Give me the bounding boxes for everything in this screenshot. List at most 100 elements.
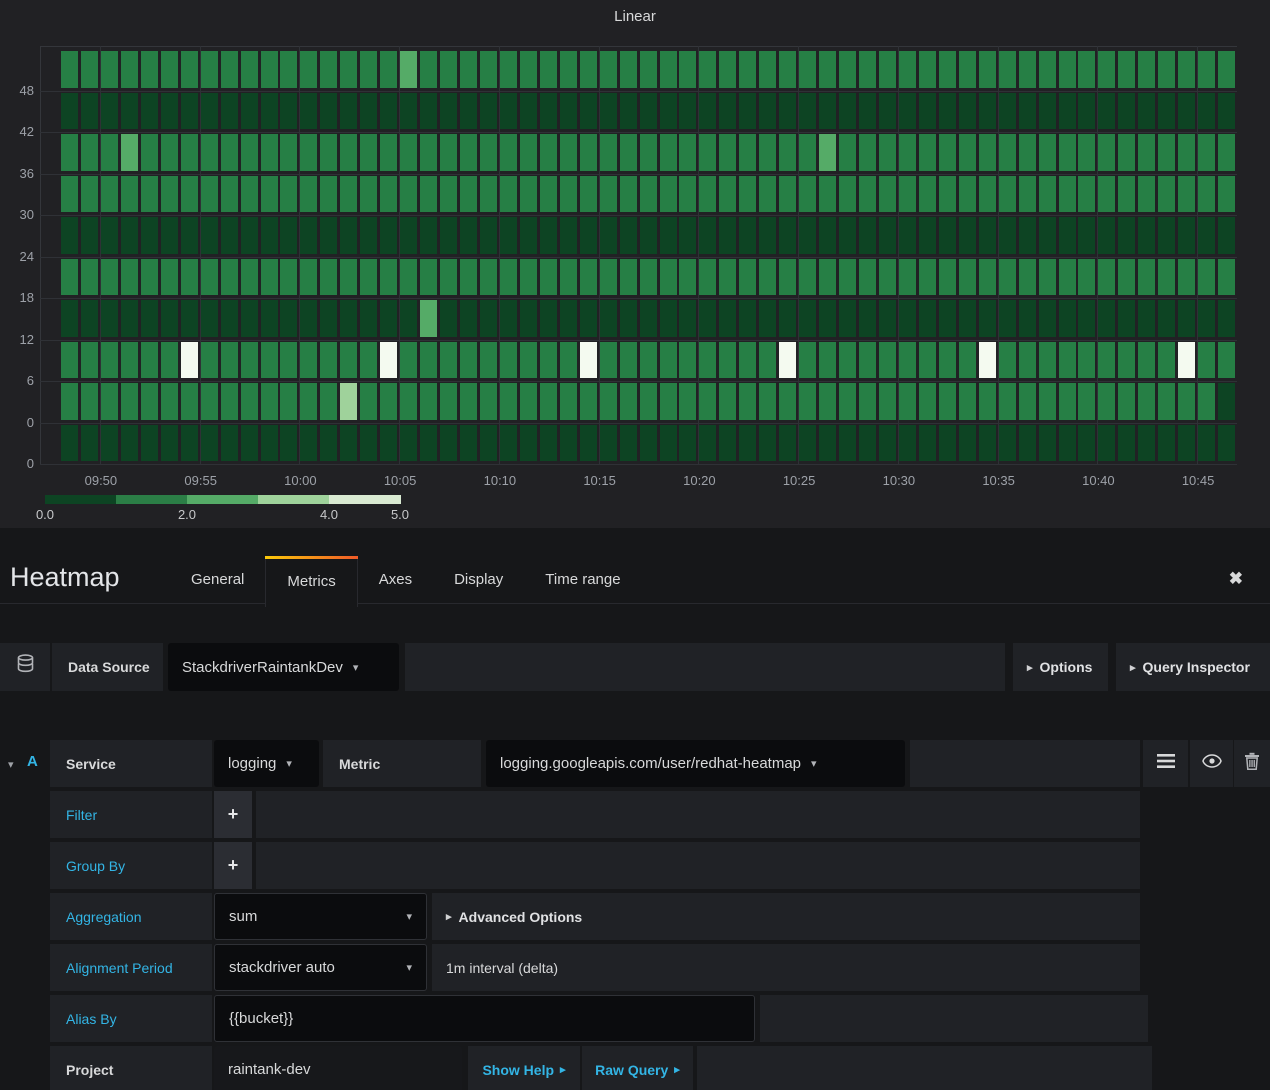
tab-display[interactable]: Display: [433, 556, 524, 603]
menu-icon: [1157, 754, 1175, 773]
heatmap-cell: [161, 383, 178, 420]
advanced-options-toggle[interactable]: ▸ Advanced Options: [432, 893, 1140, 940]
heatmap-cell: [141, 425, 158, 462]
heatmap-cell: [360, 300, 377, 337]
heatmap-cell: [520, 259, 537, 296]
query-menu-button[interactable]: [1143, 740, 1188, 787]
heatmap-cell: [1098, 259, 1115, 296]
heatmap-cell: [161, 134, 178, 171]
heatmap-cell: [959, 342, 976, 379]
alignment-period-select[interactable]: stackdriver auto ▾: [214, 944, 427, 991]
query-inspector-button[interactable]: ▸ Query Inspector: [1116, 643, 1270, 691]
query-collapse-caret[interactable]: ▾: [8, 758, 14, 771]
alias-by-label: Alias By: [50, 1011, 117, 1027]
heatmap-cell: [859, 425, 876, 462]
heatmap-cell: [580, 425, 597, 462]
options-button[interactable]: ▸ Options: [1013, 643, 1108, 691]
heatmap-cell: [839, 93, 856, 130]
heatmap-cell: [360, 259, 377, 296]
service-select[interactable]: logging ▾: [214, 740, 319, 787]
heatmap-cell: [500, 217, 517, 254]
heatmap-cell: [1078, 300, 1095, 337]
metric-select[interactable]: logging.googleapis.com/user/redhat-heatm…: [486, 740, 905, 787]
heatmap-cell: [380, 383, 397, 420]
query-delete-button[interactable]: [1234, 740, 1270, 787]
heatmap-cell: [340, 217, 357, 254]
heatmap-cell: [500, 51, 517, 88]
heatmap-cell: [1078, 217, 1095, 254]
heatmap-cell: [181, 425, 198, 462]
heatmap-cell: [101, 93, 118, 130]
heatmap-cell: [1019, 51, 1036, 88]
heatmap-cell: [759, 176, 776, 213]
add-group-by-button[interactable]: +: [214, 842, 252, 889]
heatmap-cell: [440, 259, 457, 296]
heatmap-cell: [400, 217, 417, 254]
datasource-select[interactable]: StackdriverRaintankDev ▾: [168, 643, 399, 691]
tab-time-range[interactable]: Time range: [524, 556, 641, 603]
heatmap-cell: [1078, 383, 1095, 420]
heatmap-cell: [779, 383, 796, 420]
heatmap-cell: [1078, 93, 1095, 130]
heatmap-cell: [300, 425, 317, 462]
heatmap-cell: [1019, 425, 1036, 462]
filter-label-cell: Filter: [50, 791, 212, 838]
aggregation-select[interactable]: sum ▾: [214, 893, 427, 940]
heatmap-cell: [899, 93, 916, 130]
heatmap-cell: [739, 51, 756, 88]
heatmap-cell: [400, 383, 417, 420]
gridline-horizontal: [40, 423, 1237, 424]
tab-general[interactable]: General: [170, 556, 265, 603]
heatmap-cell: [540, 176, 557, 213]
caret-down-icon: ▾: [406, 910, 412, 923]
heatmap-cell: [480, 217, 497, 254]
heatmap-cell: [600, 383, 617, 420]
heatmap-cell: [839, 342, 856, 379]
heatmap-cell: [919, 300, 936, 337]
heatmap-cell: [560, 300, 577, 337]
heatmap-cell: [1138, 383, 1155, 420]
tab-axes[interactable]: Axes: [358, 556, 433, 603]
heatmap-cell: [440, 217, 457, 254]
heatmap-cell: [1198, 176, 1215, 213]
heatmap-cell: [1158, 217, 1175, 254]
heatmap-cell: [819, 51, 836, 88]
close-icon[interactable]: ✖: [1229, 569, 1243, 589]
heatmap-cell: [959, 93, 976, 130]
database-icon: [16, 654, 35, 680]
heatmap-cell: [919, 425, 936, 462]
heatmap-cell: [81, 259, 98, 296]
heatmap-cell: [580, 51, 597, 88]
caret-right-icon: ▸: [674, 1063, 680, 1076]
heatmap-cell: [300, 300, 317, 337]
heatmap-cell: [839, 259, 856, 296]
heatmap-cell: [340, 51, 357, 88]
heatmap-cell: [480, 259, 497, 296]
show-help-button[interactable]: Show Help ▸: [468, 1046, 580, 1090]
x-axis-label: 10:05: [370, 473, 430, 488]
alias-by-label-cell: Alias By: [50, 995, 212, 1042]
heatmap-cell: [1178, 93, 1195, 130]
heatmap-cell: [261, 300, 278, 337]
heatmap-cell: [719, 383, 736, 420]
heatmap-cell: [660, 176, 677, 213]
heatmap-cell: [1138, 259, 1155, 296]
heatmap-cell: [600, 93, 617, 130]
heatmap-plot[interactable]: 4842363024181260009:5009:5510:0010:0510:…: [0, 0, 1270, 528]
heatmap-cell: [759, 217, 776, 254]
heatmap-cell: [420, 176, 437, 213]
query-toggle-visibility-button[interactable]: [1190, 740, 1233, 787]
heatmap-panel: Linear 4842363024181260009:5009:5510:001…: [0, 0, 1270, 528]
project-value-field[interactable]: raintank-dev: [214, 1046, 462, 1090]
service-label-cell: Service: [50, 740, 212, 787]
alias-by-input[interactable]: {{bucket}}: [214, 995, 755, 1042]
tab-metrics[interactable]: Metrics: [265, 556, 357, 607]
raw-query-button[interactable]: Raw Query ▸: [582, 1046, 693, 1090]
heatmap-cell: [1198, 134, 1215, 171]
heatmap-cell: [500, 259, 517, 296]
heatmap-cell: [739, 176, 756, 213]
heatmap-cell: [560, 217, 577, 254]
add-filter-button[interactable]: +: [214, 791, 252, 838]
heatmap-cell: [660, 259, 677, 296]
heatmap-cell: [520, 300, 537, 337]
